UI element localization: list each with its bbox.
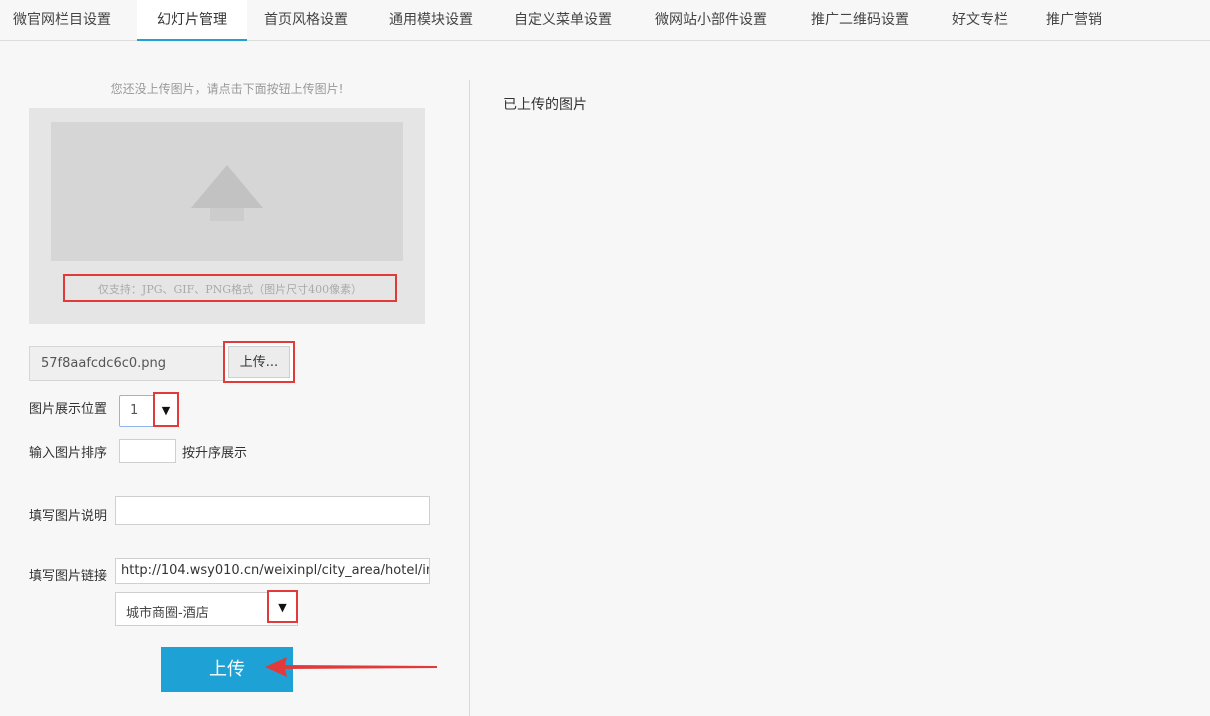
chevron-down-icon: ▼ <box>161 404 171 417</box>
tab-slideshow[interactable]: 幻灯片管理 <box>137 0 247 41</box>
description-input[interactable] <box>115 496 430 525</box>
browse-button[interactable]: 上传... <box>223 341 295 383</box>
position-label: 图片展示位置 <box>29 402 108 417</box>
tab-common-modules[interactable]: 通用模块设置 <box>389 0 473 41</box>
tab-qrcode[interactable]: 推广二维码设置 <box>811 0 909 41</box>
annotation-arrow-icon <box>265 657 437 677</box>
position-dropdown-toggle[interactable]: ▼ <box>153 392 179 427</box>
tab-home-style[interactable]: 首页风格设置 <box>264 0 348 41</box>
browse-button-label: 上传... <box>228 346 290 378</box>
tab-website-columns[interactable]: 微官网栏目设置 <box>0 0 137 41</box>
description-label: 填写图片说明 <box>29 509 108 524</box>
tab-custom-menu[interactable]: 自定义菜单设置 <box>514 0 612 41</box>
link-menu-value: 城市商圈-酒店 <box>126 606 209 621</box>
order-input[interactable] <box>119 439 176 463</box>
upload-hint: 您还没上传图片，请点击下面按钮上传图片! <box>110 82 344 96</box>
order-label: 输入图片排序 <box>29 446 108 461</box>
chevron-down-icon: ▼ <box>278 601 287 614</box>
tab-articles[interactable]: 好文专栏 <box>952 0 1008 41</box>
panel-divider <box>469 80 470 716</box>
upload-dropzone[interactable]: 仅支持：JPG、GIF、PNG格式（图片尺寸400像素） <box>29 108 425 324</box>
file-name-field[interactable]: 57f8aafcdc6c0.png <box>29 346 227 381</box>
upload-arrow-icon <box>191 165 263 221</box>
uploaded-images-title: 已上传的图片 <box>503 97 587 113</box>
link-menu-dropdown-toggle[interactable]: ▼ <box>267 590 298 623</box>
supported-formats: 仅支持：JPG、GIF、PNG格式（图片尺寸400像素） <box>63 274 397 302</box>
tab-marketing[interactable]: 推广营销 <box>1046 0 1102 41</box>
order-suffix: 按升序展示 <box>182 446 248 461</box>
position-value: 1 <box>130 403 139 418</box>
tab-widgets[interactable]: 微网站小部件设置 <box>655 0 767 41</box>
link-input[interactable]: http://104.wsy010.cn/weixinpl/city_area/… <box>115 558 430 584</box>
link-label: 填写图片链接 <box>29 569 108 584</box>
tab-bar: 微官网栏目设置 幻灯片管理 首页风格设置 通用模块设置 自定义菜单设置 微网站小… <box>0 0 1210 41</box>
upload-preview <box>51 122 403 261</box>
